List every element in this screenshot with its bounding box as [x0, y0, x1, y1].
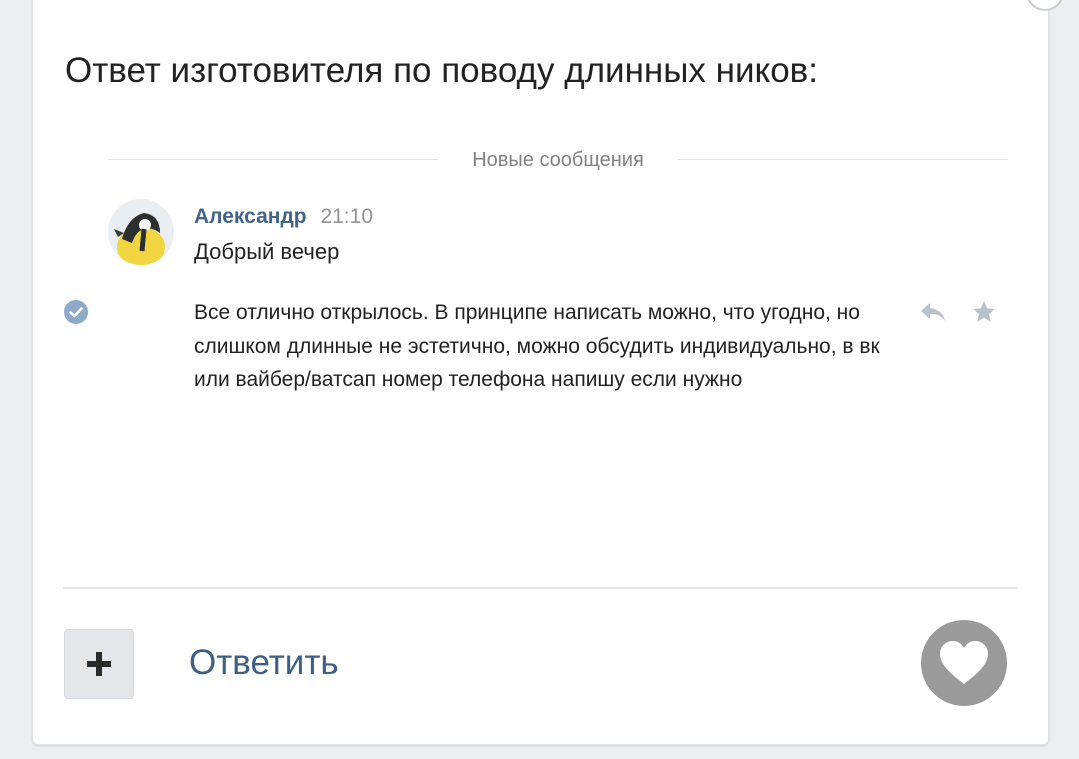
reply-button[interactable]: Ответить — [189, 643, 339, 683]
read-check-icon — [63, 299, 89, 325]
post-card: Ответ изготовителя по поводу длинных ник… — [32, 0, 1064, 745]
corner-control[interactable] — [1026, 0, 1064, 11]
message-header: Александр 21:10 — [194, 205, 373, 229]
reply-icon[interactable] — [918, 300, 948, 324]
message-time: 21:10 — [320, 205, 374, 228]
message-text: Добрый вечер — [194, 239, 340, 264]
like-button[interactable] — [921, 620, 1007, 706]
divider-line-right — [678, 159, 1008, 160]
new-messages-divider: Новые сообщения — [108, 149, 1008, 171]
author-name[interactable]: Александр — [194, 205, 307, 228]
message-text: Все отлично открылось. В принципе написа… — [194, 301, 880, 391]
post-title: Ответ изготовителя по поводу длинных ник… — [65, 51, 818, 90]
new-messages-label: Новые сообщения — [472, 149, 644, 171]
plus-icon — [87, 652, 111, 676]
add-attachment-button[interactable] — [64, 629, 134, 699]
star-icon[interactable] — [971, 299, 997, 325]
divider-line-left — [108, 159, 438, 160]
heart-icon — [940, 641, 988, 684]
footer-divider — [63, 587, 1018, 589]
avatar[interactable] — [108, 199, 174, 265]
